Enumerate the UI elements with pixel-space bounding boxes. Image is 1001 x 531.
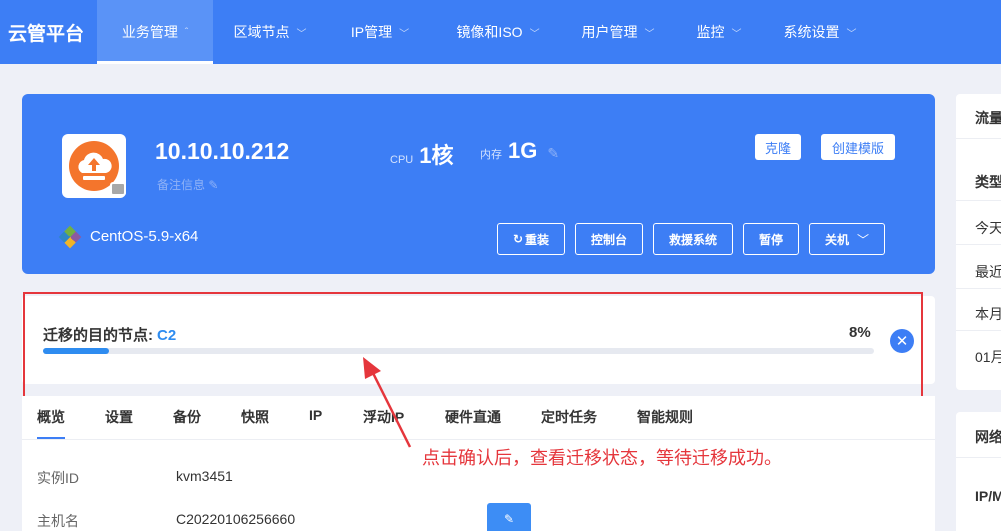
nav-item-system-settings[interactable]: 系统设置 ﹀ [765, 0, 875, 64]
nav-item-business[interactable]: 业务管理 ˆ [97, 0, 213, 64]
instance-ip: 10.10.10.212 [155, 138, 290, 164]
instance-card: 10.10.10.212 备注信息 ✎ CPU 1核 内存 1G ✎ 克隆 创建… [22, 94, 935, 274]
traffic-type-header: 类型 [975, 174, 1001, 190]
traffic-row-month: 本月 [975, 306, 1001, 322]
chevron-down-icon: ﹀ [644, 28, 655, 40]
centos-icon [58, 225, 82, 248]
create-template-button[interactable]: 创建模版 [821, 134, 895, 160]
tab-ip[interactable]: IP [309, 407, 322, 423]
chevron-down-icon: ﹀ [846, 28, 857, 40]
pause-button[interactable]: 暂停 [743, 223, 799, 255]
nav-item-images-iso[interactable]: 镜像和ISO ﹀ [433, 0, 563, 64]
hostname-value: C20220106256660 [176, 511, 296, 527]
rescue-system-button[interactable]: 救援系统 [653, 223, 733, 255]
refresh-icon: ↻ [512, 232, 524, 246]
divider [956, 457, 1001, 458]
pencil-icon[interactable]: ✎ [547, 145, 559, 162]
nav-item-monitor[interactable]: 监控 ﹀ [673, 0, 765, 64]
divider [956, 288, 1001, 289]
nav-item-users[interactable]: 用户管理 ﹀ [563, 0, 673, 64]
divider [956, 138, 1001, 139]
pencil-icon: ✎ [503, 512, 515, 526]
memory-spec: 内存 1G ✎ [480, 138, 560, 163]
traffic-row-today: 今天 [975, 220, 1001, 236]
clone-button[interactable]: 克隆 [755, 134, 801, 160]
instance-id-value: kvm3451 [176, 468, 233, 484]
tab-snapshot[interactable]: 快照 [241, 407, 269, 427]
console-button[interactable]: 控制台 [575, 223, 643, 255]
network-title: 网络 [975, 429, 1001, 445]
divider [956, 244, 1001, 245]
annotation-text: 点击确认后，查看迁移状态，等待迁移成功。 [422, 448, 782, 468]
remark-field[interactable]: 备注信息 ✎ [157, 176, 218, 193]
chevron-down-icon: ﹀ [529, 28, 540, 40]
top-nav: 云管平台 业务管理 ˆ 区域节点 ﹀ IP管理 ﹀ 镜像和ISO ﹀ 用户管理 ﹀ 监控 ﹀… [0, 0, 1001, 64]
tab-backup[interactable]: 备份 [173, 407, 201, 427]
traffic-row-recent: 最近 [975, 264, 1001, 280]
chevron-down-icon: ﹀ [296, 28, 307, 40]
os-name: CentOS-5.9-x64 [90, 228, 199, 245]
nav-item-ip-management[interactable]: IP管理 ﹀ [327, 0, 433, 64]
edit-hostname-button[interactable]: ✎ [487, 503, 531, 531]
active-tab-indicator [37, 437, 65, 439]
pencil-icon[interactable]: ✎ [208, 178, 218, 192]
hostname-label: 主机名 [37, 513, 79, 529]
tab-settings[interactable]: 设置 [105, 407, 133, 427]
network-ip-header: IP/M [975, 488, 1001, 504]
tab-smart-rules[interactable]: 智能规则 [637, 407, 693, 427]
shutdown-button[interactable]: 关机 ﹀ [809, 223, 885, 255]
tab-overview[interactable]: 概览 [37, 407, 65, 427]
traffic-title: 流量 [975, 110, 1001, 126]
divider [956, 330, 1001, 331]
chevron-down-icon: ﹀ [857, 232, 870, 247]
chevron-down-icon: ﹀ [399, 28, 410, 40]
instance-id-label: 实例ID [37, 470, 79, 486]
highlight-box [23, 292, 923, 402]
traffic-row-jan: 01月 [975, 349, 1001, 365]
reinstall-button[interactable]: ↻ 重装 [497, 223, 565, 255]
tab-scheduled-tasks[interactable]: 定时任务 [541, 407, 597, 427]
brand-title: 云管平台 [8, 23, 85, 45]
nav-item-region-nodes[interactable]: 区域节点 ﹀ [213, 0, 327, 64]
tab-hardware-passthrough[interactable]: 硬件直通 [445, 407, 501, 427]
cpu-spec: CPU 1核 [390, 143, 454, 168]
annotation-arrow [363, 357, 412, 448]
chevron-up-icon: ˆ [184, 26, 189, 38]
lock-icon [110, 182, 126, 196]
chevron-down-icon: ﹀ [731, 28, 742, 40]
os-info: CentOS-5.9-x64 [58, 225, 199, 248]
os-logo-icon [62, 134, 126, 198]
divider [956, 200, 1001, 201]
